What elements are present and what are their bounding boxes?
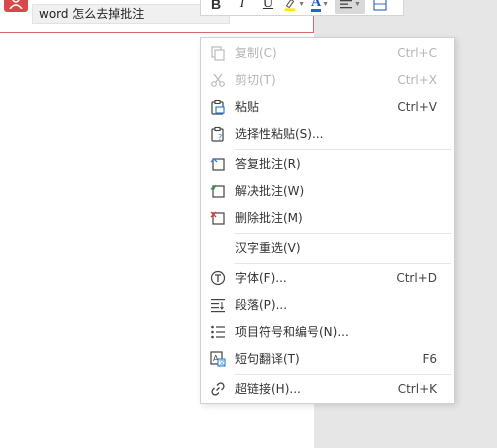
chevron-down-icon: ▼: [322, 0, 330, 8]
menu-item-shortcut: Ctrl+V: [397, 99, 437, 114]
menu-item-copy[interactable]: 复制(C) Ctrl+C: [201, 39, 454, 66]
menu-item-delete-comment[interactable]: 删除批注(M): [201, 204, 454, 231]
resolve-comment-icon: [209, 182, 227, 200]
svg-text:?: ?: [218, 133, 222, 142]
font-color-button[interactable]: A ▼: [309, 0, 331, 14]
highlight-button[interactable]: ▼: [283, 0, 305, 14]
underline-button[interactable]: U: [257, 0, 279, 14]
menu-item-shortcut: Ctrl+D: [396, 270, 437, 285]
italic-button[interactable]: I: [231, 0, 253, 14]
highlight-icon: [284, 0, 296, 12]
bullets-icon: [209, 323, 227, 341]
reply-comment-icon: [209, 155, 227, 173]
menu-item-shortcut: Ctrl+K: [397, 381, 437, 396]
menu-item-label: 解决批注(W): [235, 184, 305, 198]
menu-item-reply-comment[interactable]: 答复批注(R): [201, 150, 454, 177]
menu-item-label: 删除批注(M): [235, 211, 303, 225]
menu-item-label: 字体(F)...: [235, 271, 287, 285]
user-avatar-icon: [4, 0, 28, 12]
context-menu: 复制(C) Ctrl+C 剪切(T) Ctrl+X 粘贴 Ctrl+V ? 选择…: [200, 37, 455, 404]
menu-item-shortcut: Ctrl+X: [397, 72, 437, 87]
menu-item-label: 汉字重选(V): [235, 241, 301, 255]
mini-toolbar: B I U ▼ A ▼ ▼: [200, 0, 404, 16]
paragraph-icon: [209, 296, 227, 314]
menu-item-label: 复制(C): [235, 46, 277, 60]
chevron-down-icon: ▼: [354, 0, 361, 8]
svg-text:文: 文: [219, 359, 225, 367]
menu-item-hyperlink[interactable]: 超链接(H)... Ctrl+K: [201, 375, 454, 402]
menu-item-label: 剪切(T): [235, 73, 276, 87]
menu-item-resolve-comment[interactable]: 解决批注(W): [201, 177, 454, 204]
menu-item-translate[interactable]: A文 短句翻译(T) F6: [201, 345, 454, 372]
paste-icon: [209, 98, 227, 116]
menu-item-label: 短句翻译(T): [235, 352, 300, 366]
menu-item-label: 选择性粘贴(S)...: [235, 127, 324, 141]
menu-item-label: 项目符号和编号(N)...: [235, 325, 349, 339]
copy-icon: [209, 44, 227, 62]
menu-item-label: 段落(P)...: [235, 298, 288, 312]
menu-item-reselect-chars[interactable]: 汉字重选(V): [201, 234, 454, 261]
menu-item-label: 超链接(H)...: [235, 382, 301, 396]
menu-item-paste-special[interactable]: ? 选择性粘贴(S)...: [201, 120, 454, 147]
translate-icon: A文: [209, 350, 227, 368]
paste-special-icon: ?: [209, 125, 227, 143]
menu-item-label: 答复批注(R): [235, 157, 301, 171]
chevron-down-icon: ▼: [298, 0, 305, 8]
menu-item-shortcut: Ctrl+C: [397, 45, 437, 60]
delete-comment-icon: [209, 209, 227, 227]
table-icon: [373, 0, 387, 11]
font-color-icon: A: [310, 0, 322, 12]
menu-item-paste[interactable]: 粘贴 Ctrl+V: [201, 93, 454, 120]
menu-item-font[interactable]: 字体(F)... Ctrl+D: [201, 264, 454, 291]
menu-item-shortcut: F6: [422, 351, 437, 366]
bold-button[interactable]: B: [205, 0, 227, 14]
link-icon: [209, 380, 227, 398]
format-painter-button[interactable]: [369, 0, 391, 14]
menu-item-paragraph[interactable]: 段落(P)...: [201, 291, 454, 318]
font-icon: [209, 269, 227, 287]
menu-item-label: 粘贴: [235, 100, 260, 114]
menu-item-cut[interactable]: 剪切(T) Ctrl+X: [201, 66, 454, 93]
align-button[interactable]: ▼: [335, 0, 365, 14]
menu-item-bullets[interactable]: 项目符号和编号(N)...: [201, 318, 454, 345]
align-left-icon: [340, 0, 353, 9]
scissors-icon: [209, 71, 227, 89]
